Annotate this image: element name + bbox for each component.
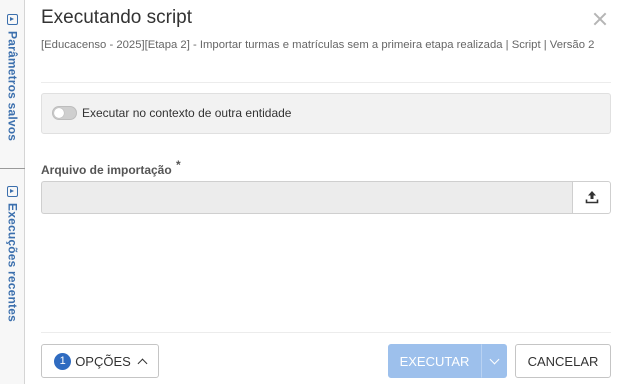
upload-icon <box>585 191 599 204</box>
tab-saved-parameters-label: Parâmetros salvos <box>5 31 20 142</box>
rail-divider <box>0 168 25 169</box>
context-entity-label: Executar no contexto de outra entidade <box>82 106 292 120</box>
script-description: [Educacenso - 2025][Etapa 2] - Importar … <box>41 39 595 51</box>
import-file-label: Arquivo de importação <box>41 163 172 177</box>
required-marker: * <box>176 158 181 172</box>
context-entity-toggle[interactable] <box>52 106 77 120</box>
side-panel-rail: Parâmetros salvos Execuções recentes <box>0 0 25 384</box>
chevron-up-icon <box>137 358 148 368</box>
header-divider <box>41 82 611 83</box>
toggle-knob <box>54 108 64 118</box>
execute-button[interactable]: EXECUTAR <box>388 344 481 378</box>
options-count-badge: 1 <box>54 352 72 370</box>
import-file-field[interactable] <box>41 181 573 214</box>
context-entity-panel: Executar no contexto de outra entidade <box>41 93 611 134</box>
tab-recent-executions-label: Execuções recentes <box>5 203 20 323</box>
cancel-button[interactable]: CANCELAR <box>515 344 611 378</box>
close-icon[interactable] <box>591 9 611 29</box>
tab-saved-parameters[interactable]: Parâmetros salvos <box>0 12 25 141</box>
chevron-down-icon <box>489 354 499 365</box>
panel-expand-icon <box>7 14 18 25</box>
panel-expand-icon <box>7 186 18 197</box>
upload-button[interactable] <box>572 181 611 214</box>
options-button[interactable]: 1 OPÇÕES <box>41 344 159 378</box>
options-label: OPÇÕES <box>75 353 131 369</box>
tab-recent-executions[interactable]: Execuções recentes <box>0 184 25 322</box>
execute-dropdown-button[interactable] <box>481 344 507 378</box>
modal-title: Executando script <box>41 7 193 28</box>
footer-divider <box>41 332 611 333</box>
